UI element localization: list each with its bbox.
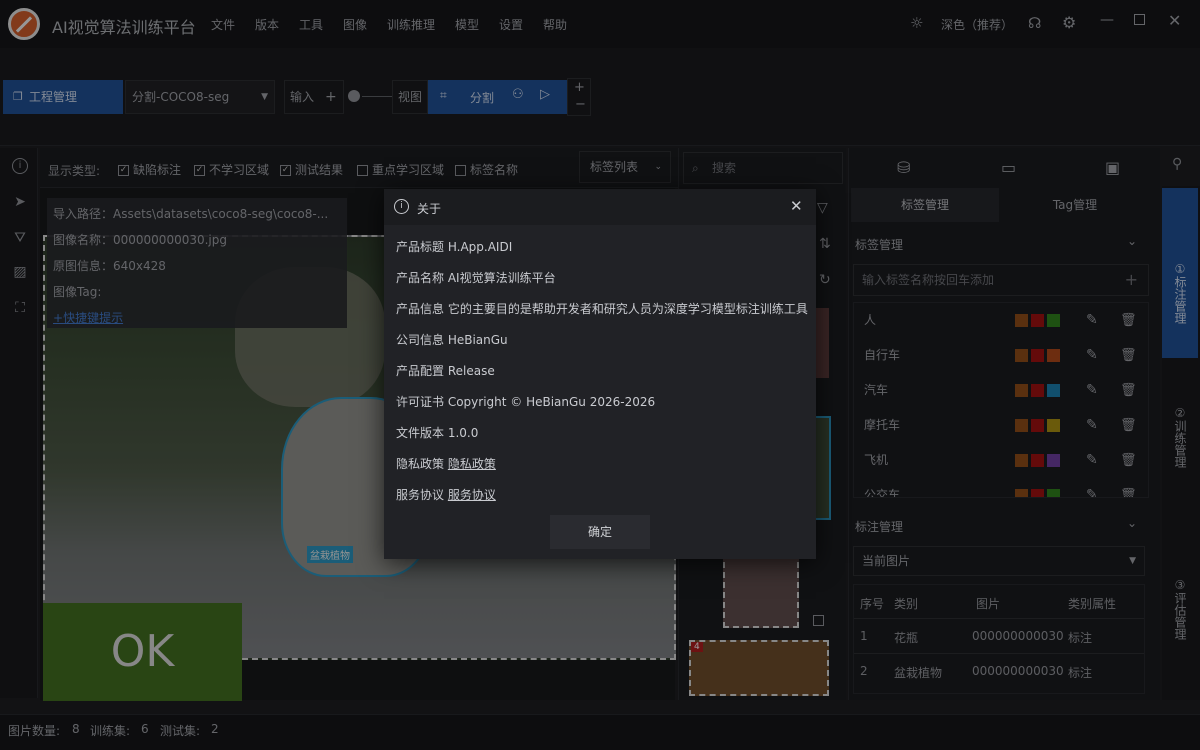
dialog-header: i 关于 ✕ — [384, 189, 816, 225]
service-label: 服务协议 — [396, 488, 445, 502]
privacy-label: 隐私政策 — [396, 457, 445, 471]
dialog-close-icon[interactable]: ✕ — [790, 197, 803, 215]
product-title-row: 产品标题 H.App.AIDI — [396, 240, 513, 254]
product-name-row: 产品名称 AI视觉算法训练平台 — [396, 271, 556, 285]
file-version-row: 文件版本 1.0.0 — [396, 426, 479, 440]
privacy-link[interactable]: 隐私政策 — [448, 457, 496, 471]
dialog-title: 关于 — [417, 202, 442, 216]
service-link[interactable]: 服务协议 — [448, 488, 496, 502]
product-info-row: 产品信息 它的主要目的是帮助开发者和研究人员为深度学习模型标注训练工具 — [396, 302, 808, 316]
privacy-row: 隐私政策 隐私政策 — [396, 455, 496, 472]
about-dialog: i 关于 ✕ 产品标题 H.App.AIDI 产品名称 AI视觉算法训练平台 产… — [384, 189, 816, 559]
license-row: 许可证书 Copyright © HeBianGu 2026-2026 — [396, 395, 656, 409]
product-config-row: 产品配置 Release — [396, 364, 495, 378]
service-row: 服务协议 服务协议 — [396, 486, 496, 503]
info-icon: i — [394, 199, 409, 214]
confirm-button[interactable]: 确定 — [550, 515, 650, 549]
company-info-row: 公司信息 HeBianGu — [396, 333, 508, 347]
